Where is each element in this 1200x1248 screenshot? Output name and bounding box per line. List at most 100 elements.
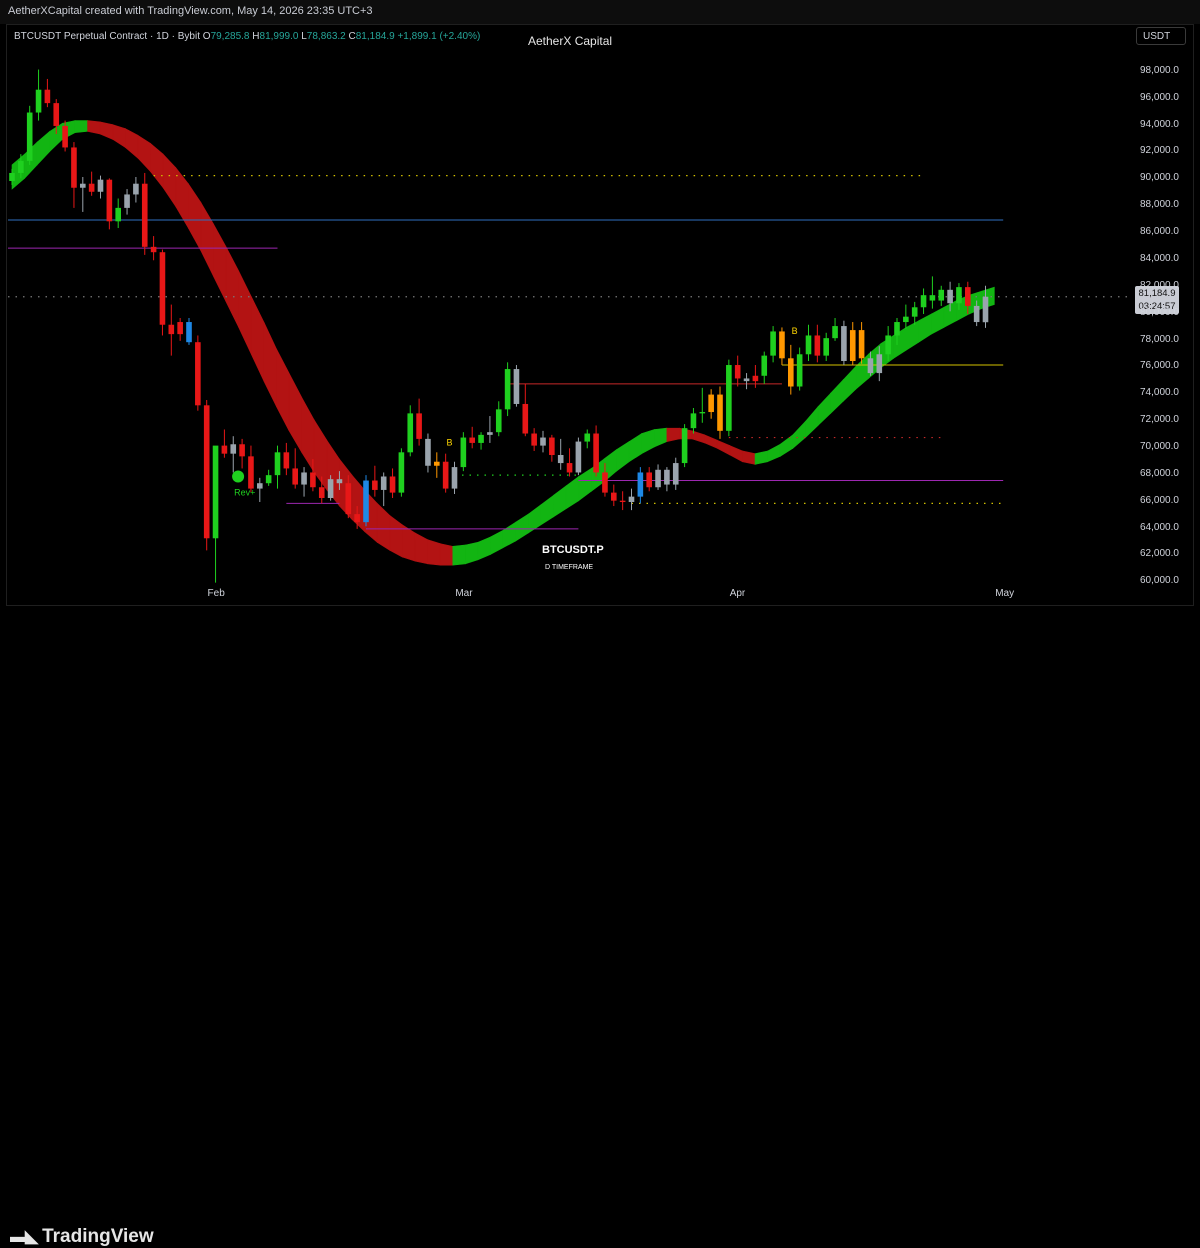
candle-body — [779, 331, 785, 359]
price-tick-label: 92,000.0 — [1140, 145, 1179, 157]
price-tick-label: 80,000.0 — [1140, 306, 1179, 318]
ribbon-segment — [238, 270, 252, 355]
ribbon-segment — [276, 348, 290, 431]
candle-body — [248, 456, 254, 489]
candle-body — [637, 472, 644, 497]
candle-body — [177, 322, 183, 335]
candle-body — [911, 307, 918, 317]
ribbon-segment — [616, 441, 630, 472]
currency-selector[interactable]: USDT — [1136, 27, 1186, 45]
low-value: 78,863.2 — [306, 31, 346, 42]
candle-body — [478, 434, 484, 443]
ribbon-segment — [225, 246, 239, 328]
ribbon-segment — [792, 420, 806, 449]
ribbon-segment — [162, 153, 177, 208]
candle-body — [743, 378, 750, 382]
price-tick-label: 64,000.0 — [1140, 521, 1179, 533]
candlestick-chart[interactable]: Rev+ B B — [0, 0, 1200, 606]
ribbon-segment — [805, 405, 819, 439]
candle-body — [460, 437, 467, 468]
candle-body — [434, 461, 440, 466]
candle-body — [292, 468, 298, 485]
ribbon-segment — [87, 120, 101, 135]
ribbon-segment — [716, 439, 731, 456]
candle-body — [133, 183, 139, 195]
ribbon-segment — [578, 467, 592, 502]
brand-watermark: AetherX Capital — [528, 34, 613, 48]
ribbon-segment — [439, 543, 454, 566]
footer: ▬◣ TradingView — [0, 606, 1200, 1247]
high-label: H — [252, 31, 260, 42]
candle-body — [646, 472, 652, 488]
candle-body — [363, 480, 369, 523]
ribbon-segment — [905, 320, 920, 351]
candle-body — [495, 409, 502, 433]
candle-body — [35, 89, 42, 113]
price-tick-label: 96,000.0 — [1140, 91, 1179, 103]
price-tick-label: 62,000.0 — [1140, 548, 1179, 560]
ribbon-segment — [175, 166, 189, 230]
candle-body — [168, 324, 175, 335]
candle-body — [283, 452, 290, 469]
high-value: 81,999.0 — [259, 31, 299, 42]
tradingview-logo-text: TradingView — [42, 1226, 154, 1247]
price-tick-label: 94,000.0 — [1140, 118, 1179, 130]
candle-body — [522, 403, 529, 434]
tradingview-logo[interactable]: ▬◣ TradingView — [10, 1226, 154, 1248]
candle-body — [71, 147, 77, 188]
ribbon-segment — [666, 427, 680, 442]
date-tick-label: Mar — [455, 588, 473, 599]
ribbon-segment — [641, 429, 655, 455]
candle-body — [141, 183, 148, 247]
candle-body — [106, 179, 113, 222]
ribbon-segment — [99, 121, 114, 140]
ribbon-segment — [200, 201, 214, 277]
candle-body — [318, 487, 325, 498]
candle-body — [257, 483, 263, 489]
ribbon-segment — [918, 313, 932, 343]
price-tick-label: 66,000.0 — [1140, 494, 1179, 506]
ribbon-segment — [767, 443, 781, 463]
candle-body — [195, 342, 201, 406]
tradingview-logo-icon: ▬◣ — [10, 1227, 38, 1246]
ribbon-segment — [842, 365, 857, 402]
ribbon-segment — [125, 128, 139, 159]
signal-label: B — [792, 326, 798, 336]
ribbon-segment — [490, 529, 504, 555]
candle-body — [973, 305, 980, 323]
ribbon-segment — [704, 434, 718, 449]
candle-body — [593, 433, 599, 473]
candle-body — [734, 365, 741, 379]
change-value: +1,899.1 (+2.40%) — [397, 31, 481, 42]
ribbon-segment — [565, 475, 580, 510]
ribbon-segment — [754, 450, 768, 465]
ribbon-segment — [452, 544, 466, 566]
close-label: C — [348, 31, 356, 42]
candle-body — [230, 444, 237, 454]
price-tick-label: 84,000.0 — [1140, 252, 1179, 264]
candle-body — [310, 472, 316, 488]
ribbon-segment — [137, 134, 151, 173]
ribbon-segment — [313, 419, 328, 491]
price-tick-label: 90,000.0 — [1140, 172, 1179, 184]
candle-body — [832, 326, 838, 339]
candle-body — [26, 112, 33, 161]
symbol-watermark: BTCUSDT.P — [542, 544, 604, 556]
ribbon-segment — [729, 445, 743, 463]
candle-body — [407, 413, 414, 453]
open-value: 79,285.8 — [210, 31, 250, 42]
candle-body — [584, 433, 591, 442]
ribbon-segment — [855, 353, 869, 390]
candle-body — [327, 479, 334, 498]
ribbon-segment — [502, 521, 517, 549]
timeframe-watermark: D TIMEFRAME — [545, 564, 594, 571]
candle-body — [611, 492, 617, 501]
candle-body — [88, 183, 95, 192]
candle-body — [513, 369, 520, 404]
candle-body — [726, 365, 732, 431]
candle-body — [894, 322, 900, 336]
candle-body — [274, 452, 281, 476]
ribbon-segment — [112, 124, 126, 148]
candle-body — [814, 335, 821, 356]
candle-body — [557, 455, 564, 464]
